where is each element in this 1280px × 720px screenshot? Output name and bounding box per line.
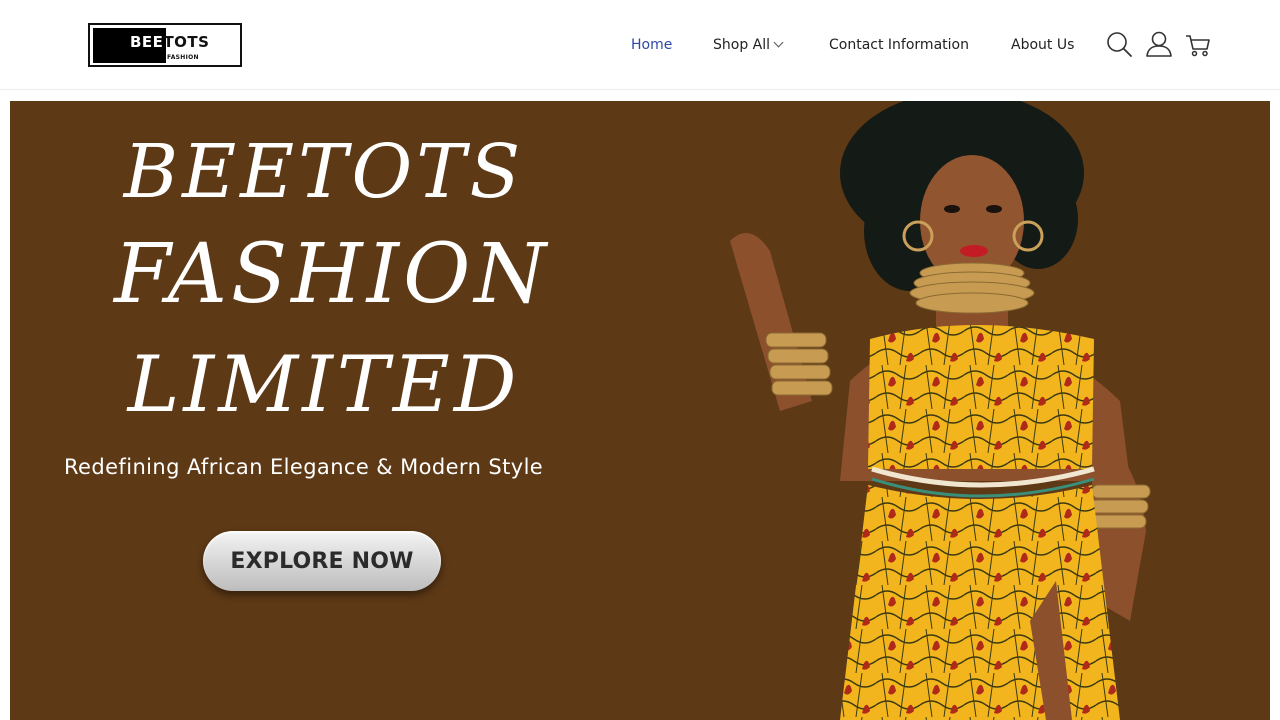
site-header: BEETOTS FASHION Home Shop All Contact In… xyxy=(0,0,1280,90)
nav-about-us[interactable]: About Us xyxy=(1011,36,1074,54)
nav-home[interactable]: Home xyxy=(631,36,672,54)
cart-icon[interactable] xyxy=(1184,30,1212,58)
search-icon[interactable] xyxy=(1105,30,1133,58)
hero-tagline: Redefining African Elegance & Modern Sty… xyxy=(64,455,544,479)
hero-banner: BEETOTS FASHION LIMITED Redefining Afric… xyxy=(10,101,1270,720)
explore-now-button[interactable]: EXPLORE NOW xyxy=(203,531,441,591)
nav-contact-information[interactable]: Contact Information xyxy=(829,36,969,54)
hero-title-line2: FASHION xyxy=(114,227,551,322)
nav-shop-all-label: Shop All xyxy=(713,37,771,53)
chevron-down-icon xyxy=(773,37,784,48)
hero-title-line1: BEETOTS xyxy=(123,129,525,215)
hero-title-line3: LIMITED xyxy=(127,340,521,430)
brand-logo[interactable]: BEETOTS FASHION xyxy=(88,23,242,67)
user-icon[interactable] xyxy=(1145,30,1173,58)
nav-shop-all[interactable]: Shop All xyxy=(713,36,784,54)
hero-model-image xyxy=(730,101,1151,720)
logo-wordmark: BEETOTS xyxy=(130,33,210,51)
logo-subtitle: FASHION xyxy=(167,54,199,61)
